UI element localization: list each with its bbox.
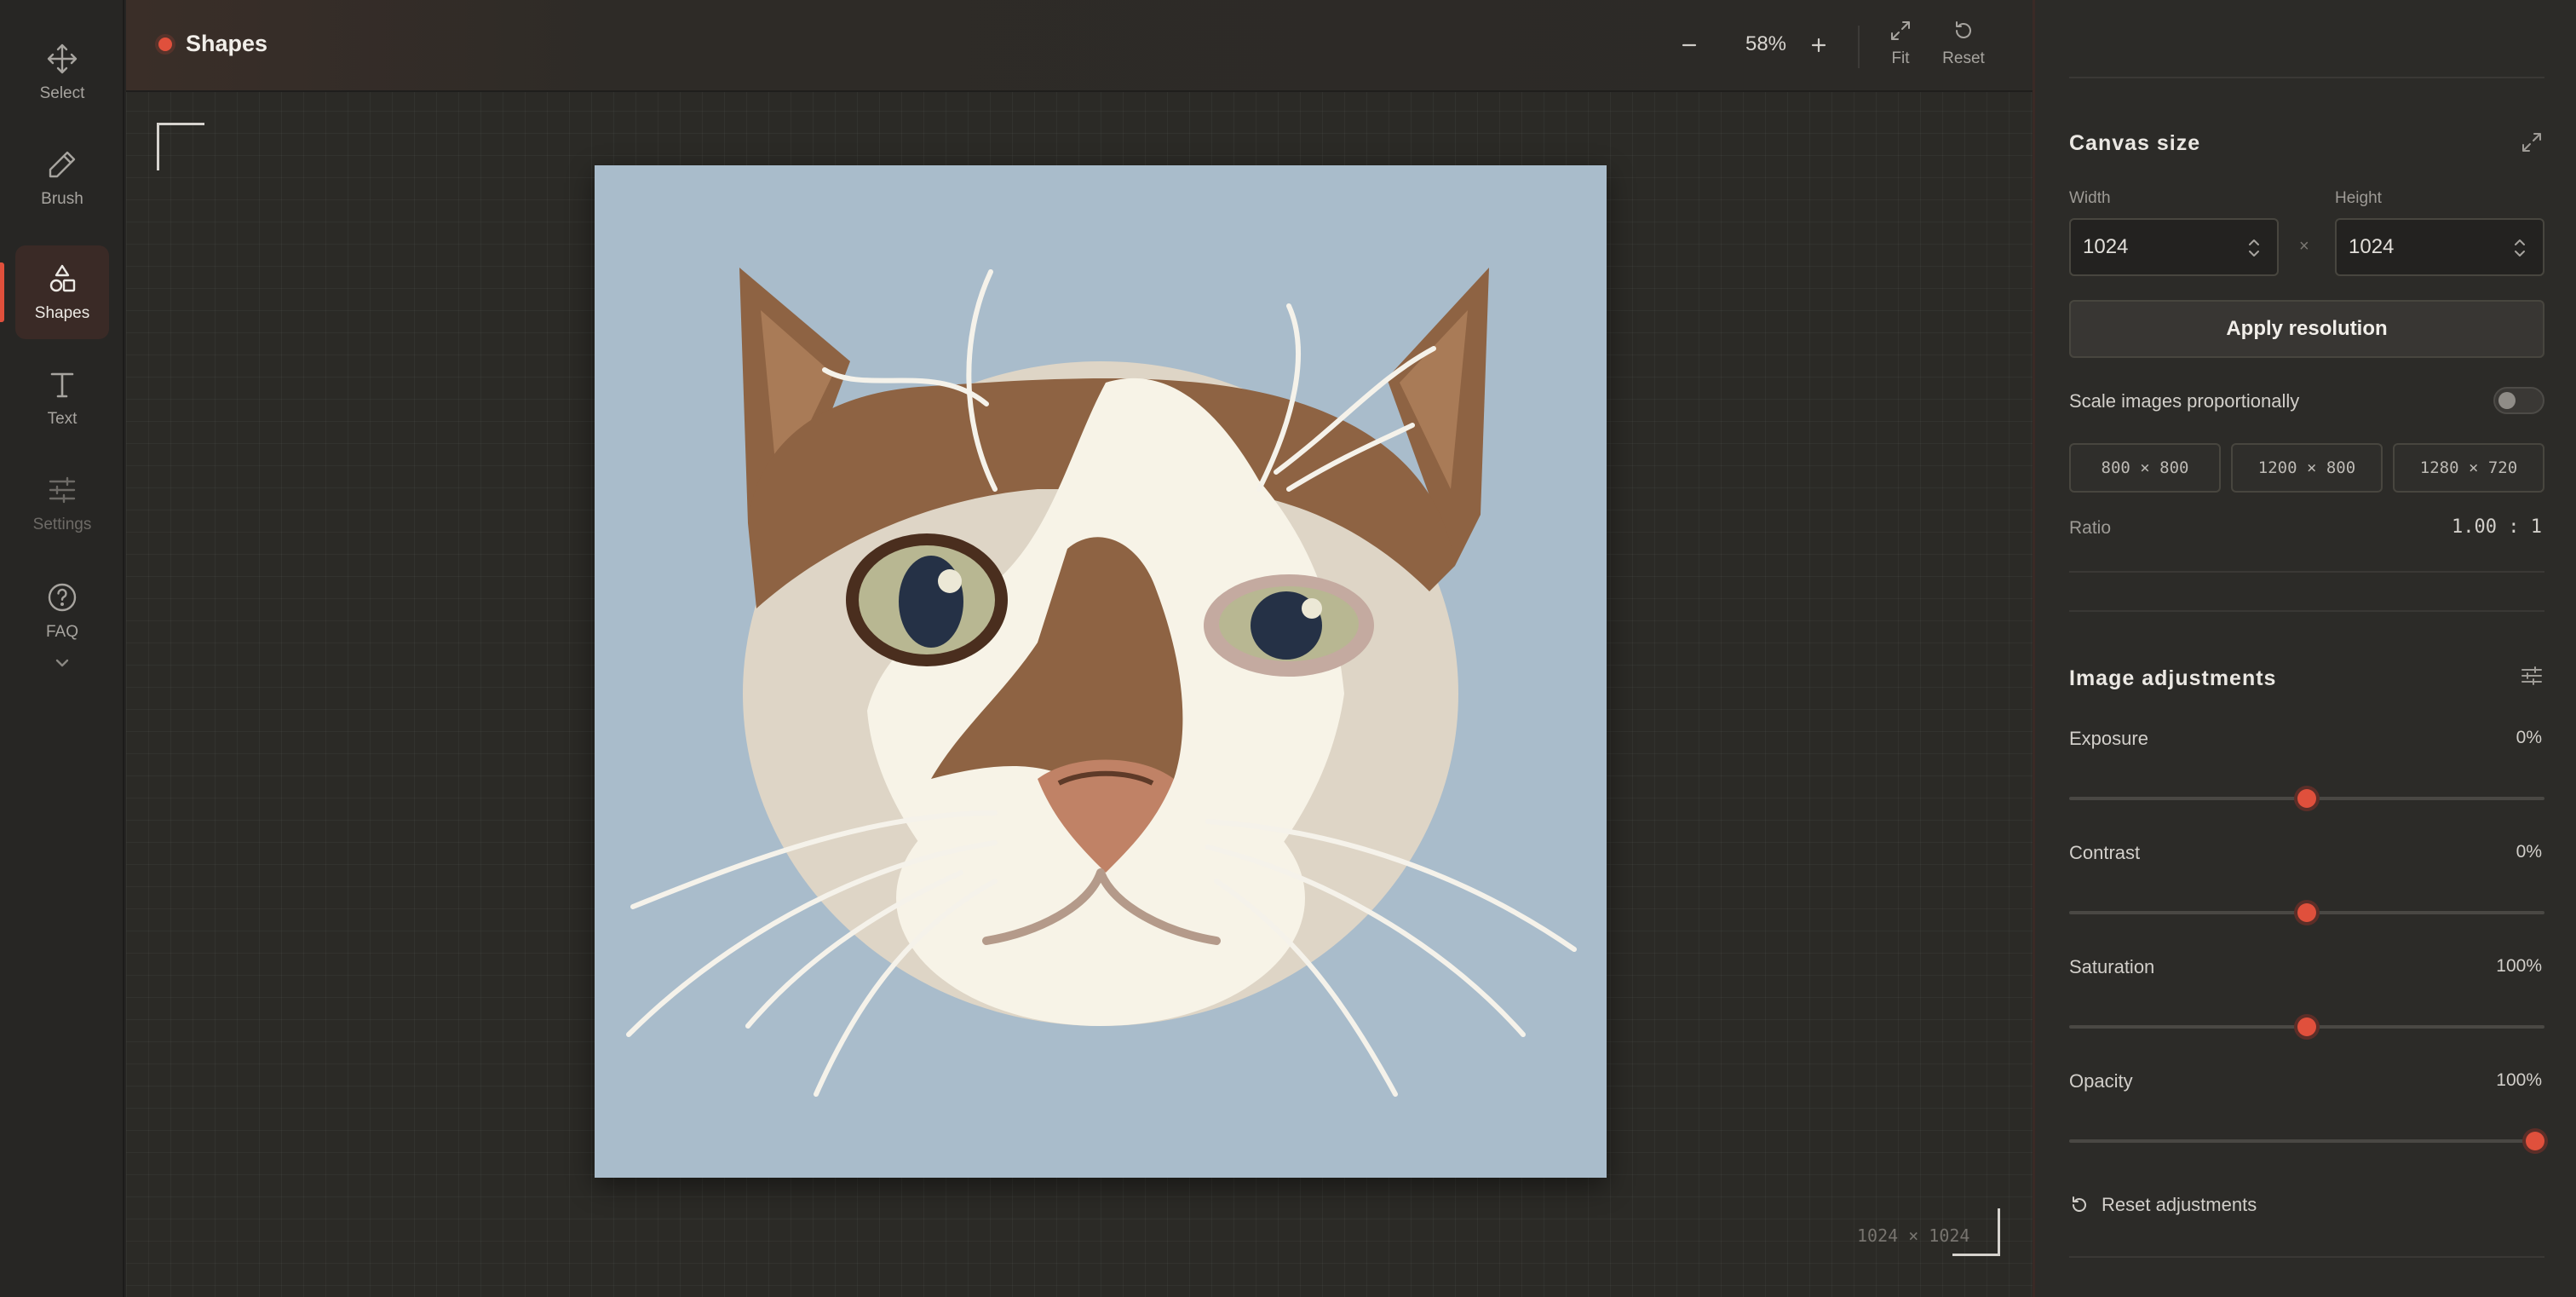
tool-settings[interactable]: Settings xyxy=(15,457,109,551)
slider-thumb[interactable] xyxy=(2525,1132,2544,1150)
tool-shapes[interactable]: Shapes xyxy=(15,245,109,339)
height-input[interactable] xyxy=(2349,220,2476,274)
panel-divider xyxy=(2069,77,2544,78)
cat-illustration xyxy=(595,165,1607,1178)
height-field[interactable] xyxy=(2335,218,2544,276)
canvas-dimensions-readout: 1024 × 1024 xyxy=(1857,1225,1970,1246)
tool-text-label: Text xyxy=(47,410,78,428)
apply-resolution-button[interactable]: Apply resolution xyxy=(2069,300,2544,358)
saturation-value: 100% xyxy=(2496,956,2542,976)
tool-faq-label: FAQ xyxy=(45,623,78,641)
sliders-icon xyxy=(49,476,76,504)
toolbar-divider xyxy=(1858,26,1860,68)
active-tool-title: Shapes xyxy=(186,31,268,56)
move-icon xyxy=(47,43,78,74)
exposure-slider[interactable] xyxy=(2069,786,2544,811)
width-field[interactable] xyxy=(2069,218,2279,276)
canvas-topbar: Shapes 58% Fit Reset xyxy=(126,0,2033,92)
zoom-level: 58% xyxy=(1745,32,1787,55)
zoom-in-button[interactable] xyxy=(1799,26,1838,65)
image-adjustments-title: Image adjustments xyxy=(2069,666,2277,690)
tool-select[interactable]: Select xyxy=(15,26,109,119)
pencil-icon xyxy=(49,151,76,178)
scale-proportionally-toggle[interactable] xyxy=(2493,387,2544,414)
stepper-icon[interactable] xyxy=(2512,237,2527,259)
times-sign: × xyxy=(2299,237,2309,256)
panel-divider xyxy=(2069,571,2544,573)
slider-thumb[interactable] xyxy=(2297,1017,2316,1036)
text-icon xyxy=(50,372,74,398)
chevron-down-icon[interactable] xyxy=(53,656,72,670)
minus-icon xyxy=(1682,43,1697,47)
contrast-label: Contrast xyxy=(2069,842,2141,863)
help-circle-icon xyxy=(48,583,77,612)
expand-icon[interactable] xyxy=(2519,130,2544,155)
preset-button-800x800[interactable]: 800 × 800 xyxy=(2069,443,2221,493)
reset-view-label: Reset xyxy=(1942,49,1985,67)
reset-adjustments-label: Reset adjustments xyxy=(2102,1194,2257,1215)
fit-label: Fit xyxy=(1891,49,1910,67)
tool-settings-label: Settings xyxy=(32,516,92,533)
tool-brush[interactable]: Brush xyxy=(15,131,109,225)
fit-button[interactable]: Fit xyxy=(1871,19,1930,78)
slider-thumb[interactable] xyxy=(2297,789,2316,808)
opacity-value: 100% xyxy=(2496,1070,2542,1090)
tool-sidebar: Select Brush Shapes Text Settings FAQ xyxy=(0,0,124,1297)
opacity-label: Opacity xyxy=(2069,1070,2133,1092)
panel-divider xyxy=(2069,1256,2544,1258)
shapes-icon xyxy=(49,264,76,292)
toggle-knob xyxy=(2498,392,2516,409)
reset-view-button[interactable]: Reset xyxy=(1934,19,1993,78)
preset-button-1280x720[interactable]: 1280 × 720 xyxy=(2393,443,2544,493)
tool-faq[interactable]: FAQ xyxy=(15,564,109,658)
scale-proportionally-label: Scale images proportionally xyxy=(2069,390,2300,412)
contrast-value: 0% xyxy=(2516,842,2542,862)
active-tool-indicator xyxy=(0,262,4,322)
canvas-size-title: Canvas size xyxy=(2069,131,2201,155)
reset-icon xyxy=(1956,21,1971,38)
width-input[interactable] xyxy=(2083,220,2211,274)
tool-select-label: Select xyxy=(39,84,85,102)
canvas-corner-marker-top-left xyxy=(157,123,204,170)
exposure-label: Exposure xyxy=(2069,728,2148,749)
active-tool-dot xyxy=(158,37,172,51)
height-label: Height xyxy=(2335,189,2382,207)
width-label: Width xyxy=(2069,189,2111,207)
sliders-icon[interactable] xyxy=(2519,663,2544,689)
expand-icon xyxy=(1891,21,1910,40)
stepper-icon[interactable] xyxy=(2246,237,2262,259)
preset-button-1200x800[interactable]: 1200 × 800 xyxy=(2231,443,2383,493)
plus-icon xyxy=(1811,37,1826,53)
slider-track xyxy=(2069,1139,2544,1143)
ratio-label: Ratio xyxy=(2069,518,2112,538)
saturation-slider[interactable] xyxy=(2069,1014,2544,1040)
slider-thumb[interactable] xyxy=(2297,903,2316,922)
reset-adjustments-button[interactable]: Reset adjustments xyxy=(2069,1190,2257,1220)
tool-shapes-label: Shapes xyxy=(34,304,90,322)
contrast-slider[interactable] xyxy=(2069,900,2544,925)
exposure-value: 0% xyxy=(2516,728,2542,747)
tool-brush-label: Brush xyxy=(41,190,83,208)
saturation-label: Saturation xyxy=(2069,956,2155,977)
reset-icon xyxy=(2073,1196,2086,1212)
zoom-out-button[interactable] xyxy=(1670,26,1709,65)
ratio-value: 1.00 : 1 xyxy=(2452,516,2542,538)
opacity-slider[interactable] xyxy=(2069,1128,2544,1154)
canvas-workspace[interactable]: Shapes 58% Fit Reset 1024 × 1024 xyxy=(126,0,2033,1297)
properties-panel: Canvas size Width Height × Apply resolut… xyxy=(2033,0,2576,1297)
tool-text[interactable]: Text xyxy=(15,351,109,445)
artboard[interactable] xyxy=(595,165,1607,1178)
panel-divider xyxy=(2069,610,2544,612)
